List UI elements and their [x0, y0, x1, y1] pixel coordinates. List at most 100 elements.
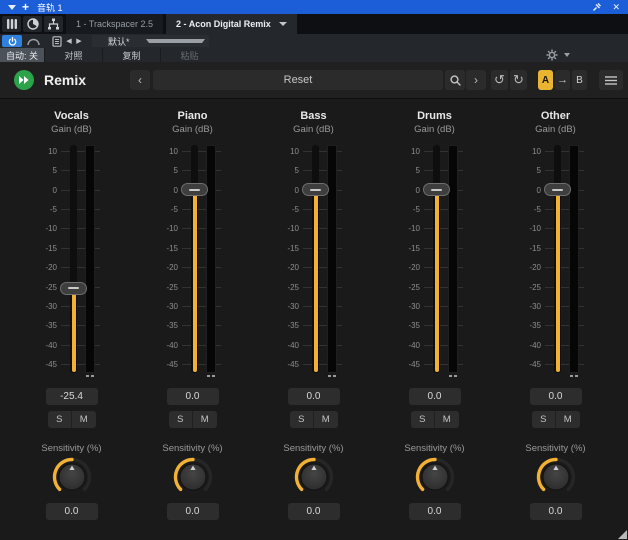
mute-button[interactable]: M — [193, 411, 217, 428]
knob-icon — [170, 457, 216, 499]
knob-icon — [412, 457, 458, 499]
solo-button[interactable]: S — [411, 411, 436, 428]
bypass-curve-icon[interactable] — [24, 35, 42, 47]
channel-strip: Vocals Gain (dB) -45-40-35-30-25-20-15-1… — [11, 99, 132, 520]
pie-meter-icon[interactable] — [23, 16, 42, 32]
sensitivity-value-box[interactable]: 0.0 — [46, 503, 98, 520]
pin-icon[interactable] — [592, 2, 602, 12]
preset-forward-button[interactable]: › — [466, 70, 486, 90]
fader-handle[interactable] — [60, 282, 87, 295]
fader-fill — [556, 190, 560, 372]
sensitivity-value-box[interactable]: 0.0 — [409, 503, 461, 520]
copy-a-to-b-button[interactable]: → — [555, 70, 570, 90]
preset-back-button[interactable]: ‹ — [130, 70, 150, 90]
preset-search-button[interactable] — [445, 70, 465, 90]
compare-button[interactable]: 对照 — [44, 48, 102, 62]
tab-trackspacer[interactable]: 1 - Trackspacer 2.5 — [66, 14, 163, 34]
fader-handle[interactable] — [423, 183, 450, 196]
sensitivity-label: Sensitivity (%) — [495, 443, 616, 455]
solo-button[interactable]: S — [169, 411, 194, 428]
mute-button[interactable]: M — [556, 411, 580, 428]
routing-icon[interactable] — [44, 16, 63, 32]
meter-peak-marks — [449, 375, 457, 377]
knob-icon — [49, 457, 95, 499]
level-meter — [569, 145, 579, 373]
ab-compare-b-button[interactable]: B — [572, 70, 587, 90]
mixer-view-icon[interactable] — [2, 16, 21, 32]
tab-dropdown-caret-icon[interactable] — [279, 22, 287, 26]
gain-value-box[interactable]: -25.4 — [46, 388, 98, 405]
gain-value-box[interactable]: 0.0 — [530, 388, 582, 405]
channel-strip: Other Gain (dB) -45-40-35-30-25-20-15-10… — [495, 99, 616, 520]
channel-strip: Bass Gain (dB) -45-40-35-30-25-20-15-10-… — [253, 99, 374, 520]
menu-button[interactable] — [599, 70, 623, 90]
redo-button[interactable]: ↻ — [510, 70, 527, 90]
level-meter — [327, 145, 337, 373]
fader-handle[interactable] — [181, 183, 208, 196]
sensitivity-value-box[interactable]: 0.0 — [167, 503, 219, 520]
settings-caret-icon — [564, 53, 570, 57]
meter-peak-marks — [86, 375, 94, 377]
channel-name: Bass — [253, 110, 374, 124]
sensitivity-knob[interactable] — [495, 457, 616, 499]
preset-name-bar[interactable]: Reset — [153, 70, 443, 90]
paste-button[interactable]: 粘贴 — [160, 48, 218, 62]
copy-button[interactable]: 复制 — [102, 48, 160, 62]
mute-button[interactable]: M — [314, 411, 338, 428]
sensitivity-value-box[interactable]: 0.0 — [530, 503, 582, 520]
prev-preset-button[interactable]: ◀ — [64, 37, 74, 45]
solo-button[interactable]: S — [290, 411, 315, 428]
sensitivity-knob[interactable] — [11, 457, 132, 499]
gain-label: Gain (dB) — [253, 124, 374, 136]
preset-file-icon[interactable] — [50, 35, 64, 47]
sensitivity-knob[interactable] — [132, 457, 253, 499]
gain-value-box[interactable]: 0.0 — [167, 388, 219, 405]
resize-grip[interactable] — [618, 530, 627, 539]
plugin-toolbar-actions: 自动: 关 对照 复制 粘贴 — [0, 48, 628, 62]
tab-acon-remix[interactable]: 2 - Acon Digital Remix — [166, 14, 297, 34]
gain-value-box[interactable]: 0.0 — [288, 388, 340, 405]
sensitivity-label: Sensitivity (%) — [374, 443, 495, 455]
undo-button[interactable]: ↺ — [491, 70, 508, 90]
plugin-title: Remix — [44, 72, 90, 88]
plugin-power-button[interactable] — [2, 35, 22, 47]
sensitivity-knob[interactable] — [253, 457, 374, 499]
mute-button[interactable]: M — [72, 411, 96, 428]
add-tab-button[interactable]: + — [22, 2, 29, 12]
knob-icon — [291, 457, 337, 499]
remix-header: Remix ‹ Reset › ↺ ↻ A → B — [0, 62, 628, 99]
sensitivity-knob[interactable] — [374, 457, 495, 499]
meter-peak-marks — [207, 375, 215, 377]
sensitivity-label: Sensitivity (%) — [132, 443, 253, 455]
fader-handle[interactable] — [302, 183, 329, 196]
sensitivity-value-box[interactable]: 0.0 — [288, 503, 340, 520]
channel-strip: Piano Gain (dB) -45-40-35-30-25-20-15-10… — [132, 99, 253, 520]
automation-mode-button[interactable]: 自动: 关 — [0, 48, 44, 62]
gain-label: Gain (dB) — [132, 124, 253, 136]
settings-button[interactable] — [546, 49, 570, 61]
mute-button[interactable]: M — [435, 411, 459, 428]
gain-label: Gain (dB) — [374, 124, 495, 136]
level-meter — [206, 145, 216, 373]
next-preset-button[interactable]: ▶ — [74, 37, 84, 45]
insert-tab-bar: 1 - Trackspacer 2.5 2 - Acon Digital Rem… — [0, 14, 628, 34]
level-meter — [85, 145, 95, 373]
channel-name: Vocals — [11, 110, 132, 124]
close-button[interactable]: ✕ — [612, 2, 620, 13]
gain-value-box[interactable]: 0.0 — [409, 388, 461, 405]
channel-name: Other — [495, 110, 616, 124]
preset-selector[interactable]: 默认* — [92, 35, 209, 47]
solo-mute-group: S M — [169, 411, 217, 428]
hamburger-icon — [605, 76, 617, 85]
sensitivity-label: Sensitivity (%) — [11, 443, 132, 455]
fader-fill — [72, 288, 76, 372]
window-menu-caret-icon[interactable] — [8, 5, 16, 10]
tab-trackspacer-label: 1 - Trackspacer 2.5 — [76, 19, 153, 29]
solo-button[interactable]: S — [532, 411, 557, 428]
meter-peak-marks — [328, 375, 336, 377]
plugin-toolbar: ◀ ▶ 默认* — [0, 34, 628, 48]
fader-handle[interactable] — [544, 183, 571, 196]
fader-fill — [314, 190, 318, 372]
solo-button[interactable]: S — [48, 411, 73, 428]
ab-compare-a-button[interactable]: A — [538, 70, 553, 90]
